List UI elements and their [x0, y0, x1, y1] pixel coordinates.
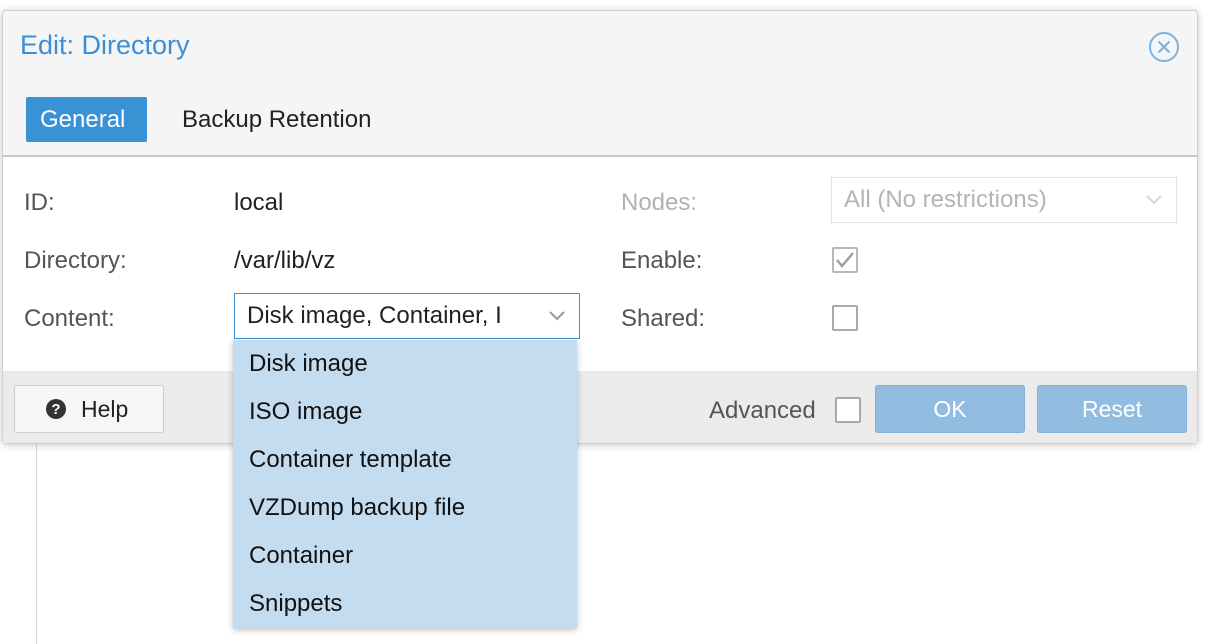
id-label: ID: — [24, 189, 55, 216]
chevron-down-icon[interactable] — [547, 308, 567, 322]
dialog-title: Edit: Directory — [20, 30, 190, 60]
reset-button[interactable]: Reset — [1037, 385, 1187, 433]
shared-checkbox[interactable] — [832, 305, 858, 331]
dropdown-item-iso-image[interactable]: ISO image — [249, 398, 362, 426]
shared-label: Shared: — [621, 305, 706, 332]
close-icon[interactable] — [1148, 31, 1180, 63]
directory-label: Directory: — [24, 247, 127, 274]
checkmark-icon — [836, 252, 854, 268]
enable-checkbox[interactable] — [832, 247, 858, 273]
help-button-label: Help — [81, 396, 129, 422]
nodes-combobox: All (No restrictions) — [831, 177, 1177, 223]
dropdown-item-snippets[interactable]: Snippets — [249, 590, 342, 618]
ok-button[interactable]: OK — [875, 385, 1025, 433]
advanced-label: Advanced — [709, 397, 816, 424]
edit-directory-dialog: Edit: Directory General Backup Retention… — [2, 10, 1198, 444]
svg-text:?: ? — [51, 401, 60, 418]
tab-general[interactable]: General — [26, 97, 147, 142]
advanced-checkbox[interactable] — [835, 397, 861, 423]
tab-backup-retention[interactable]: Backup Retention — [168, 97, 385, 142]
dropdown-item-container-template[interactable]: Container template — [249, 446, 452, 474]
nodes-combobox-value: All (No restrictions) — [844, 186, 1047, 213]
id-value: local — [234, 189, 284, 216]
content-combobox[interactable]: Disk image, Container, I — [234, 293, 580, 339]
dropdown-item-container[interactable]: Container — [249, 542, 353, 570]
nodes-label: Nodes: — [621, 189, 698, 216]
content-dropdown-list: Disk image ISO image Container template … — [233, 340, 577, 628]
content-combobox-value: Disk image, Container, I — [247, 302, 502, 329]
chevron-down-icon — [1146, 195, 1162, 205]
question-circle-icon: ? — [46, 399, 66, 419]
dropdown-item-disk-image[interactable]: Disk image — [249, 350, 368, 378]
dropdown-item-vzdump-backup-file[interactable]: VZDump backup file — [249, 494, 465, 522]
background-divider — [36, 440, 37, 644]
enable-label: Enable: — [621, 247, 703, 274]
content-label: Content: — [24, 305, 115, 332]
help-button[interactable]: ? Help — [14, 385, 164, 433]
directory-value: /var/lib/vz — [234, 247, 336, 274]
